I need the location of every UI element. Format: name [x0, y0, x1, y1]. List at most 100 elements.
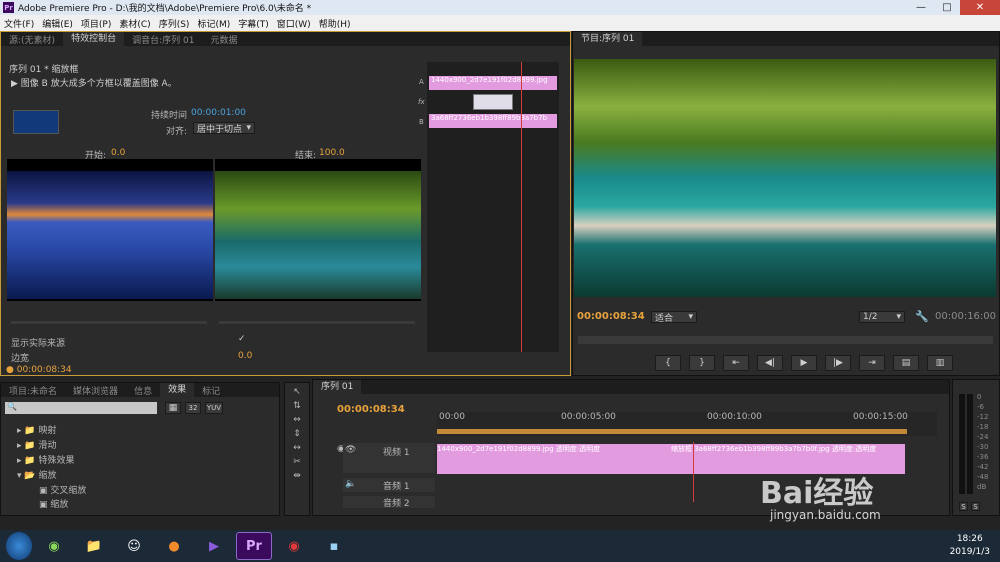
audio-meter: 0 -6 -12 -18 -24 -30 -36 -42 -48 dB S S — [952, 379, 1000, 516]
ec-mini-timeline: 1440x900_2d7e191f02d8899.jpg 3a68ff2736e… — [418, 62, 559, 352]
work-area-bar[interactable] — [437, 429, 907, 434]
tab-sequence[interactable]: 序列 01 — [313, 380, 362, 394]
start-slider[interactable] — [11, 321, 207, 324]
close-button[interactable]: ✕ — [960, 0, 1000, 15]
menu-window[interactable]: 窗口(W) — [273, 17, 315, 30]
tree-label: 缩放 — [50, 500, 69, 510]
menu-file[interactable]: 文件(F) — [0, 17, 38, 30]
ec-playhead[interactable] — [521, 62, 522, 352]
title-bar: Pr Adobe Premiere Pro - D:\我的文档\Adobe\Pr… — [0, 0, 1000, 15]
tab-effect-controls[interactable]: 特效控制台 — [63, 32, 125, 46]
qq-icon[interactable]: ☺ — [116, 532, 152, 560]
slip-tool-icon[interactable]: ⇹ — [293, 471, 301, 481]
rolling-edit-icon[interactable]: ⇕ — [293, 429, 301, 439]
align-dropdown[interactable]: 居中于切点 ▾ — [193, 122, 255, 135]
track-b-label: B — [419, 118, 424, 126]
tab-markers[interactable]: 标记 — [194, 384, 228, 397]
menu-title[interactable]: 字幕(T) — [234, 17, 273, 30]
window-title: Adobe Premiere Pro - D:\我的文档\Adobe\Premi… — [18, 4, 312, 14]
tab-info[interactable]: 信息 — [126, 384, 160, 397]
menu-clip[interactable]: 素材(C) — [115, 17, 154, 30]
mini-clip-b[interactable]: 3a68ff2736eb1b398ff89b3a7b7b — [429, 114, 557, 128]
ripple-edit-icon[interactable]: ⇔ — [293, 415, 301, 425]
video-clip-1[interactable]: 1440x900_2d7e191f02d8899.jpg 透明度:透明度 — [437, 444, 671, 474]
extract-button[interactable]: ▥ — [927, 355, 953, 371]
transport-controls: { } ⇤ ◀| ▶ |▶ ⇥ ▤ ▥ — [655, 355, 953, 371]
tree-label: 交叉缩放 — [50, 486, 87, 496]
menu-edit[interactable]: 编辑(E) — [38, 17, 77, 30]
maximize-button[interactable]: □ — [934, 0, 960, 15]
timeline-timecode[interactable]: 00:00:08:34 — [337, 404, 405, 415]
mark-out-button[interactable]: } — [689, 355, 715, 371]
menu-project[interactable]: 项目(P) — [77, 17, 115, 30]
track-select-icon[interactable]: ⇅ — [293, 401, 301, 411]
firefox-icon[interactable]: ● — [156, 532, 192, 560]
menu-sequence[interactable]: 序列(S) — [155, 17, 194, 30]
end-slider[interactable] — [219, 321, 415, 324]
program-timecode[interactable]: 00:00:08:34 — [577, 311, 645, 322]
align-value: 居中于切点 — [197, 124, 243, 135]
tab-media-browser[interactable]: 媒体浏览器 — [65, 384, 126, 397]
wrench-icon[interactable]: 🔧 — [915, 310, 929, 323]
yuv-effects-button[interactable]: YUV — [205, 402, 223, 414]
mini-clip-a[interactable]: 1440x900_2d7e191f02d8899.jpg — [429, 76, 557, 90]
program-scrubber[interactable] — [578, 336, 993, 344]
selection-tool-icon[interactable]: ↖ — [293, 387, 301, 397]
record-icon[interactable]: ◉ — [276, 532, 312, 560]
meter-label: 0 — [977, 393, 982, 401]
eye-icon[interactable]: 👁 — [345, 445, 356, 455]
effect-tree-item[interactable]: ▣ 缩放 — [39, 497, 68, 510]
menu-marker[interactable]: 标记(M) — [193, 17, 234, 30]
transition-block[interactable] — [473, 94, 513, 110]
clock-time: 18:26 — [956, 534, 983, 544]
32bit-effects-button[interactable]: 32 — [185, 402, 201, 414]
start-preview — [7, 159, 213, 301]
chevron-down-icon: ▾ — [688, 312, 693, 322]
camtasia-icon[interactable]: ▶ — [196, 532, 232, 560]
solo-right-button[interactable]: S — [971, 502, 980, 511]
time-ruler[interactable]: 00:00 00:00:05:00 00:00:10:00 00:00:15:0… — [437, 412, 937, 436]
fit-dropdown[interactable]: 适合 ▾ — [651, 311, 697, 324]
show-source-checkbox[interactable]: ✓ — [238, 334, 246, 344]
duration-value[interactable]: 00:00:01:00 — [191, 108, 246, 118]
border-value[interactable]: 0.0 — [238, 351, 252, 361]
effect-tree-item[interactable]: ▸ 📁 映射 — [17, 423, 56, 436]
tab-source[interactable]: 源:(无素材) — [1, 33, 63, 46]
effects-search-input[interactable]: 🔍 — [5, 402, 157, 414]
tab-program[interactable]: 节目:序列 01 — [573, 32, 643, 46]
menu-help[interactable]: 帮助(H) — [315, 17, 355, 30]
end-value[interactable]: 100.0 — [319, 148, 345, 158]
lift-button[interactable]: ▤ — [893, 355, 919, 371]
effect-tree-item[interactable]: ▾ 📂 缩放 — [17, 468, 56, 481]
effect-tree-item[interactable]: ▸ 📁 滑动 — [17, 438, 56, 451]
tree-label: 映射 — [38, 426, 57, 436]
start-value[interactable]: 0.0 — [111, 148, 125, 158]
tab-effects[interactable]: 效果 — [160, 383, 195, 397]
timeline-playhead[interactable] — [693, 442, 694, 502]
app-icon[interactable]: ▪ — [316, 532, 352, 560]
tab-metadata[interactable]: 元数据 — [202, 33, 245, 46]
premiere-taskbar-icon[interactable]: Pr — [236, 532, 272, 560]
minimize-button[interactable]: — — [908, 0, 934, 15]
tab-project[interactable]: 项目:未命名 — [1, 384, 65, 397]
go-to-in-button[interactable]: ⇤ — [723, 355, 749, 371]
tools-panel: ↖ ⇅ ⇔ ⇕ ↔ ✂ ⇹ — [284, 382, 310, 516]
folder-icon[interactable]: 📁 — [76, 532, 112, 560]
razor-icon[interactable]: ✂ — [293, 457, 301, 467]
effect-tree-item[interactable]: ▸ 📁 特殊效果 — [17, 453, 74, 466]
accelerated-effects-icon[interactable]: ▦ — [165, 402, 181, 414]
step-back-button[interactable]: ◀| — [757, 355, 783, 371]
play-button[interactable]: ▶ — [791, 355, 817, 371]
rate-stretch-icon[interactable]: ↔ — [293, 443, 301, 453]
mark-in-button[interactable]: { — [655, 355, 681, 371]
tab-audio-mixer[interactable]: 调音台:序列 01 — [124, 33, 202, 46]
solo-left-button[interactable]: S — [959, 502, 968, 511]
effect-tree-item[interactable]: ▣ 交叉缩放 — [39, 483, 86, 496]
resolution-dropdown[interactable]: 1/2 ▾ — [859, 311, 905, 323]
start-button[interactable] — [6, 532, 32, 560]
meter-label: -18 — [977, 423, 989, 431]
360-icon[interactable]: ◉ — [36, 532, 72, 560]
speaker-icon[interactable]: 🔈 — [345, 479, 356, 489]
step-forward-button[interactable]: |▶ — [825, 355, 851, 371]
go-to-out-button[interactable]: ⇥ — [859, 355, 885, 371]
